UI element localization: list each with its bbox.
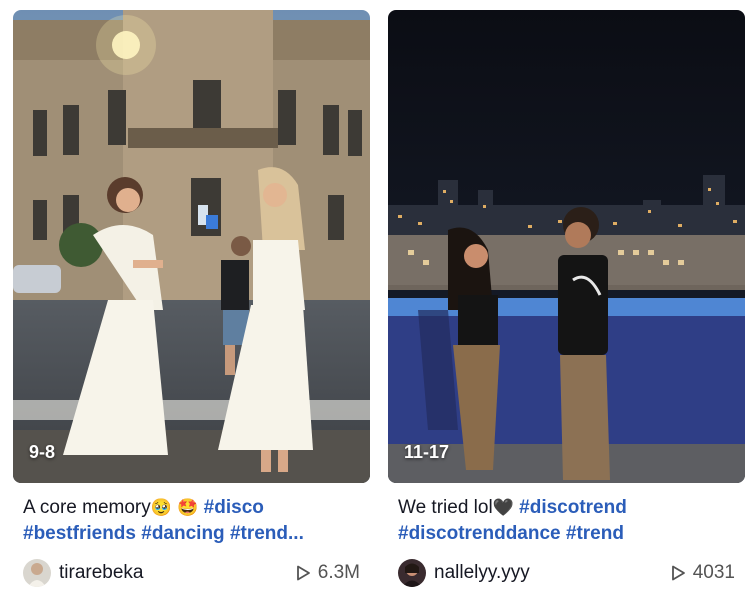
date-badge: 11-17 — [404, 442, 450, 462]
avatar[interactable] — [23, 559, 51, 587]
thumbnail-image-night-city-couple — [388, 10, 745, 483]
video-caption: A core memory🥹 🤩 #disco #bestfriends #da… — [13, 495, 370, 547]
video-meta: nallelyy.yyy 4031 — [388, 557, 745, 589]
play-icon — [296, 565, 310, 581]
hashtag-links-line2[interactable]: #discotrenddance #trend — [398, 523, 624, 544]
date-badge: 9-8 — [29, 442, 56, 462]
username-link[interactable]: nallelyy.yyy — [434, 562, 530, 584]
video-card[interactable]: 11-17 We tried lol🖤 #discotrend #discotr… — [388, 10, 745, 589]
thumbnail-image-street-dancers — [13, 10, 370, 483]
hashtag-link[interactable]: #disco — [204, 497, 264, 518]
caption-text: We tried lol — [398, 497, 493, 518]
avatar[interactable] — [398, 559, 426, 587]
hashtag-link[interactable]: #discotrend — [519, 497, 627, 518]
play-icon — [671, 565, 685, 581]
video-thumbnail[interactable]: 11-17 — [388, 10, 745, 483]
play-count-value: 4031 — [692, 562, 735, 583]
play-count-value: 6.3M — [317, 562, 360, 583]
play-count: 4031 — [669, 562, 735, 584]
video-meta: tirarebeka 6.3M — [13, 557, 370, 589]
video-card[interactable]: 9-8 A core memory🥹 🤩 #disco #bestfriends… — [13, 10, 370, 589]
play-count: 6.3M — [294, 562, 360, 584]
video-thumbnail[interactable]: 9-8 — [13, 10, 370, 483]
caption-text: A core memory — [23, 497, 151, 518]
video-grid: 9-8 A core memory🥹 🤩 #disco #bestfriends… — [0, 0, 754, 590]
emoji-star-struck: 🤩 — [177, 498, 199, 517]
avatar-image — [23, 559, 51, 587]
username-link[interactable]: tirarebeka — [59, 562, 144, 584]
emoji-black-heart: 🖤 — [492, 498, 514, 517]
hashtag-links-line2[interactable]: #bestfriends #dancing #trend... — [23, 523, 304, 544]
emoji-pleading: 🥹 — [150, 498, 172, 517]
video-caption: We tried lol🖤 #discotrend #discotrenddan… — [388, 495, 745, 547]
avatar-image — [398, 559, 426, 587]
